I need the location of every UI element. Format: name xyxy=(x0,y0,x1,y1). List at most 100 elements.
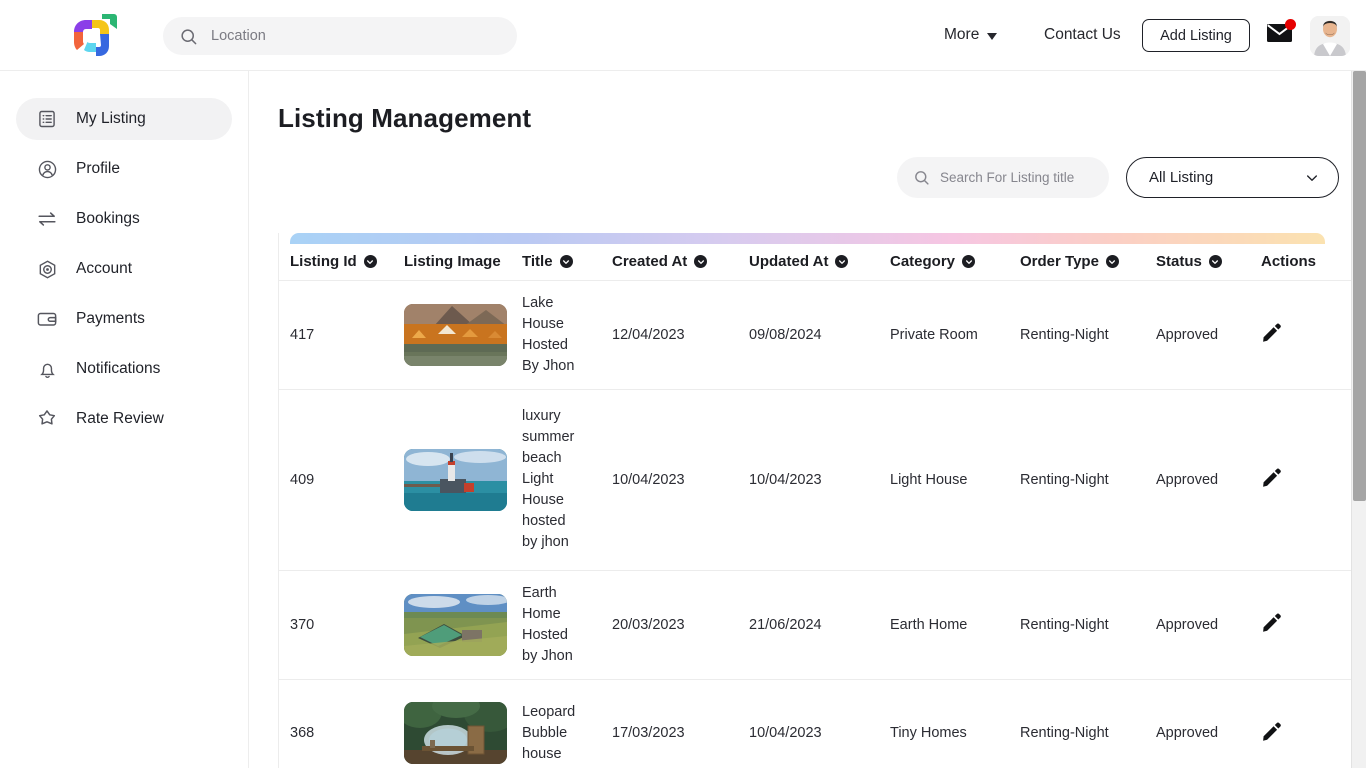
cell-updated-at: 09/08/2024 xyxy=(749,280,890,390)
sidebar-label: Profile xyxy=(76,160,120,177)
cell-created-at: 12/04/2023 xyxy=(612,280,749,390)
sidebar-item-account[interactable]: Account xyxy=(16,248,232,290)
cell-listing-image xyxy=(404,280,522,390)
table-row[interactable]: 368 Leopard Bubble house 17/03/2023 10/0… xyxy=(279,679,1366,768)
sort-icon[interactable] xyxy=(559,255,573,269)
chevron-down-icon xyxy=(1307,174,1317,181)
sidebar-label: Payments xyxy=(76,310,145,327)
cell-listing-image xyxy=(404,570,522,680)
exchange-icon xyxy=(36,208,58,230)
notification-dot xyxy=(1285,19,1296,30)
list-icon xyxy=(36,108,58,130)
sort-icon[interactable] xyxy=(694,255,708,269)
add-listing-button[interactable]: Add Listing xyxy=(1142,19,1250,52)
cell-created-at: 17/03/2023 xyxy=(612,679,749,768)
cell-updated-at: 10/04/2023 xyxy=(749,679,890,768)
search-icon xyxy=(181,28,197,44)
sort-icon[interactable] xyxy=(962,255,976,269)
cell-listing-id: 370 xyxy=(279,570,404,680)
sidebar-label: My Listing xyxy=(76,110,146,127)
cell-title: luxury summer beach Light House hosted b… xyxy=(522,389,612,571)
cell-created-at: 20/03/2023 xyxy=(612,570,749,680)
sidebar-item-notifications[interactable]: Notifications xyxy=(16,348,232,390)
sidebar-item-my-listing[interactable]: My Listing xyxy=(16,98,232,140)
cell-category: Earth Home xyxy=(890,570,1020,680)
app-header: Location More Contact Us Add Listing xyxy=(0,0,1366,71)
location-search-input[interactable]: Location xyxy=(163,17,517,55)
sidebar-label: Bookings xyxy=(76,210,140,227)
chevron-down-icon xyxy=(987,32,998,40)
messages-button[interactable] xyxy=(1266,19,1296,48)
earth-home-thumbnail xyxy=(404,593,507,656)
scrollbar-thumb[interactable] xyxy=(1353,71,1366,501)
sidebar: My Listing Profile Bookings Account Paym… xyxy=(0,71,249,768)
sidebar-item-payments[interactable]: Payments xyxy=(16,298,232,340)
table-row[interactable]: 417 Lake House Hosted By Jhon 12/04/2023… xyxy=(279,280,1366,390)
more-menu-label: More xyxy=(944,26,980,43)
wallet-icon xyxy=(36,308,58,330)
cell-updated-at: 10/04/2023 xyxy=(749,389,890,571)
cell-created-at: 10/04/2023 xyxy=(612,389,749,571)
sort-icon[interactable] xyxy=(1105,255,1119,269)
user-avatar[interactable] xyxy=(1310,16,1350,56)
sort-icon[interactable] xyxy=(1208,255,1222,269)
search-placeholder: Search For Listing title xyxy=(940,170,1075,185)
lighthouse-thumbnail xyxy=(404,448,507,511)
cell-status: Approved xyxy=(1156,570,1261,680)
page-title: Listing Management xyxy=(278,103,532,133)
lake-house-thumbnail xyxy=(404,303,507,366)
sidebar-label: Notifications xyxy=(76,360,161,377)
edit-icon[interactable] xyxy=(1261,722,1282,746)
edit-icon[interactable] xyxy=(1261,468,1282,492)
table-toolbar: Search For Listing title All Listing xyxy=(249,157,1339,198)
table-row[interactable]: 409 luxury summer beach Light House host… xyxy=(279,389,1366,571)
sidebar-item-bookings[interactable]: Bookings xyxy=(16,198,232,240)
table-row[interactable]: 370 Earth Home Hosted by Jhon 20/03/2023… xyxy=(279,570,1366,680)
sidebar-item-profile[interactable]: Profile xyxy=(16,148,232,190)
table-gradient-bar xyxy=(290,233,1325,244)
location-search-placeholder: Location xyxy=(211,28,266,44)
edit-icon[interactable] xyxy=(1261,323,1282,347)
search-icon xyxy=(915,171,929,185)
bell-icon xyxy=(36,358,58,380)
cell-status: Approved xyxy=(1156,280,1261,390)
page-scrollbar[interactable] xyxy=(1351,71,1366,768)
cell-category: Tiny Homes xyxy=(890,679,1020,768)
cell-status: Approved xyxy=(1156,679,1261,768)
cell-status: Approved xyxy=(1156,389,1261,571)
cell-order-type: Renting-Night xyxy=(1020,389,1156,571)
cell-listing-image xyxy=(404,679,522,768)
listing-table: Listing Id Listing Image Title Created A… xyxy=(279,233,1366,768)
sort-icon[interactable] xyxy=(835,255,849,269)
cell-title: Lake House Hosted By Jhon xyxy=(522,280,612,390)
cell-category: Private Room xyxy=(890,280,1020,390)
contact-us-link[interactable]: Contact Us xyxy=(1044,26,1121,44)
target-icon xyxy=(36,258,58,280)
cell-listing-id: 409 xyxy=(279,389,404,571)
cell-order-type: Renting-Night xyxy=(1020,570,1156,680)
cell-category: Light House xyxy=(890,389,1020,571)
search-input[interactable]: Search For Listing title xyxy=(897,157,1109,198)
sidebar-label: Rate Review xyxy=(76,410,164,427)
edit-icon[interactable] xyxy=(1261,613,1282,637)
main-content: Listing Management Search For Listing ti… xyxy=(249,71,1366,768)
user-circle-icon xyxy=(36,158,58,180)
listing-filter-select[interactable]: All Listing xyxy=(1126,157,1339,198)
cell-listing-id: 417 xyxy=(279,280,404,390)
brand-logo[interactable] xyxy=(62,10,120,62)
cell-order-type: Renting-Night xyxy=(1020,679,1156,768)
cell-order-type: Renting-Night xyxy=(1020,280,1156,390)
cell-title: Earth Home Hosted by Jhon xyxy=(522,570,612,680)
sidebar-label: Account xyxy=(76,260,133,277)
star-icon xyxy=(36,408,58,430)
listing-filter-value: All Listing xyxy=(1149,169,1214,186)
sort-icon[interactable] xyxy=(363,255,377,269)
cell-title: Leopard Bubble house xyxy=(522,679,612,768)
cell-updated-at: 21/06/2024 xyxy=(749,570,890,680)
cell-listing-id: 368 xyxy=(279,679,404,768)
sidebar-item-rate-review[interactable]: Rate Review xyxy=(16,398,232,440)
cell-listing-image xyxy=(404,389,522,571)
bubble-house-thumbnail xyxy=(404,702,507,764)
listing-table-wrapper: Listing Id Listing Image Title Created A… xyxy=(278,233,1366,768)
more-menu-button[interactable]: More xyxy=(944,26,998,44)
